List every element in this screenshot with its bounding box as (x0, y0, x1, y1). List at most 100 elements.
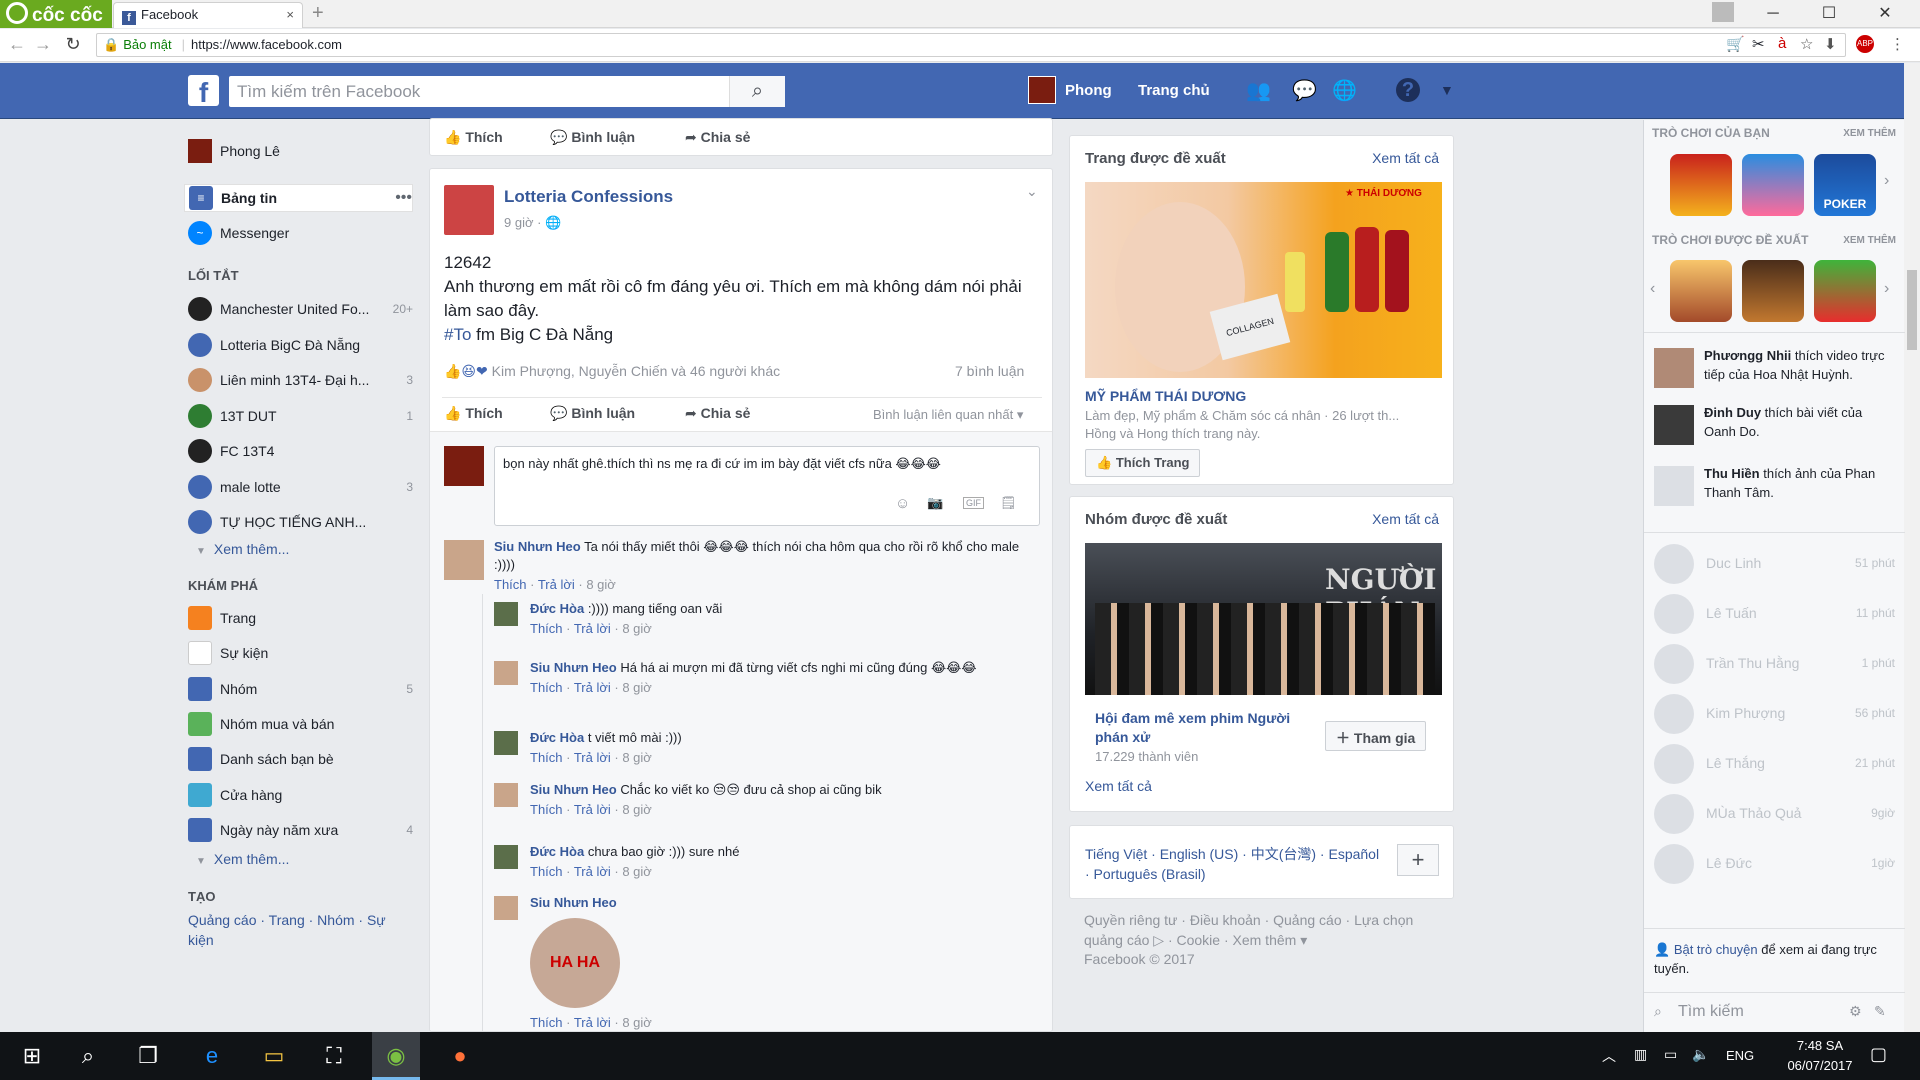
comment-like-link[interactable]: Thích (530, 864, 563, 879)
comment-time[interactable]: 8 giờ (622, 802, 652, 817)
help-icon[interactable]: ? (1396, 78, 1420, 102)
share-button[interactable]: ➦ Chia sẻ (685, 405, 750, 422)
commenter-avatar[interactable] (494, 783, 518, 807)
url-field[interactable]: 🔒 Bảo mật | https://www.facebook.com (96, 33, 1846, 57)
sidebar-item-shortcut[interactable]: Lotteria BigC Đà Nẵng (188, 331, 413, 359)
search-input[interactable]: Tìm kiếm trên Facebook ⌕ (229, 76, 785, 107)
post-time[interactable]: 9 giờ · 🌐 (504, 215, 561, 231)
comment-like-link[interactable]: Thích (530, 1015, 563, 1030)
clock[interactable]: 7:48 SA 06/07/2017 (1778, 1036, 1862, 1076)
sidebar-item-explore[interactable]: Trang (188, 604, 413, 632)
firefox-icon[interactable]: ● (436, 1032, 484, 1080)
comment-time[interactable]: 8 giờ (622, 1015, 652, 1030)
commenter-name[interactable]: Đức Hòa (530, 601, 584, 616)
chat-contact[interactable]: Kim Phượng 56 phút (1654, 694, 1915, 734)
commenter-avatar[interactable] (494, 602, 518, 626)
hashtag-link[interactable]: #To (444, 325, 471, 344)
game-tile-candy[interactable] (1742, 154, 1804, 216)
emoji-icon[interactable]: ☺ (895, 495, 910, 512)
comment-reply-link[interactable]: Trả lời (574, 802, 611, 817)
sidebar-item-shortcut[interactable]: male lotte 3 (188, 473, 413, 501)
page-avatar[interactable] (444, 185, 494, 235)
comment-time[interactable]: 8 giờ (622, 750, 652, 765)
post-options-chevron-icon[interactable]: ⌄ (1026, 183, 1038, 200)
commenter-name[interactable]: Siu Nhưn Heo (530, 895, 617, 910)
language-links[interactable]: Tiếng Việt · English (US) · 中文(台灣) · Esp… (1085, 844, 1385, 884)
comment-reply-link[interactable]: Trả lời (574, 680, 611, 695)
sidebar-item-explore[interactable]: Danh sách bạn bè (188, 745, 413, 773)
commenter-name[interactable]: Siu Nhưn Heo (530, 660, 617, 675)
minimize-button[interactable]: ─ (1750, 0, 1796, 28)
commenter-name[interactable]: Siu Nhưn Heo (494, 539, 581, 554)
chevron-right-icon[interactable]: › (1884, 280, 1889, 298)
comment-time[interactable]: 8 giờ (622, 864, 652, 879)
comment-time[interactable]: 8 giờ (586, 577, 616, 592)
compose-icon[interactable]: ✎ (1874, 1003, 1886, 1020)
like-button[interactable]: 👍 Thích (444, 129, 503, 146)
store-icon[interactable]: ⛶ (310, 1032, 358, 1080)
commenter-avatar[interactable] (494, 731, 518, 755)
comments-count-link[interactable]: 7 bình luận (955, 363, 1024, 379)
gif-icon[interactable]: GIF (963, 497, 984, 509)
comment-like-link[interactable]: Thích (530, 750, 563, 765)
commenter-avatar[interactable] (494, 896, 518, 920)
footer-links[interactable]: Quyền riêng tư · Điều khoản · Quảng cáo … (1084, 910, 1434, 950)
commenter-avatar[interactable] (444, 540, 484, 580)
chat-contact[interactable]: Lê Tuấn 11 phút (1654, 594, 1915, 634)
commenter-name[interactable]: Đức Hòa (530, 730, 584, 745)
file-explorer-icon[interactable]: ▭ (250, 1032, 298, 1080)
chevron-right-icon[interactable]: › (1884, 172, 1889, 190)
ticker-avatar[interactable] (1654, 348, 1694, 388)
sidebar-item-explore[interactable]: Sự kiện (188, 639, 413, 667)
game-tile-poker[interactable]: POKER (1814, 154, 1876, 216)
comment-button[interactable]: 💬 Bình luận (550, 129, 635, 146)
search-icon[interactable]: ⌕ (729, 76, 785, 107)
see-all-groups-link[interactable]: Xem tất cả (1085, 778, 1152, 794)
chat-search-input[interactable]: ⌕ Tìm kiếm ⚙ ✎ (1644, 992, 1905, 1032)
comment-like-link[interactable]: Thích (530, 802, 563, 817)
sidebar-item-explore[interactable]: Cửa hàng (188, 781, 413, 809)
ticker-item[interactable]: Thu Hiền thích ảnh của Phan Thanh Tâm. (1704, 464, 1894, 502)
ticker-item[interactable]: Đinh Duy thích bài viết của Oanh Do. (1704, 403, 1894, 441)
sidebar-item-explore[interactable]: Nhóm mua và bán (188, 710, 413, 738)
extension-icon[interactable]: ✂ (1752, 35, 1765, 53)
language-indicator[interactable]: ENG (1726, 1048, 1754, 1063)
ticker-item[interactable]: Phươngg Nhii thích video trực tiếp của H… (1704, 346, 1894, 384)
sidebar-item-explore[interactable]: Ngày này năm xưa 4 (188, 816, 413, 844)
ticker-avatar[interactable] (1654, 466, 1694, 506)
profile-link[interactable]: Phong (1065, 82, 1112, 99)
camera-icon[interactable]: 📷 (927, 495, 943, 511)
comment-composer-input[interactable]: bọn này nhất ghê.thích thì ns mẹ ra đi c… (494, 446, 1040, 526)
sidebar-item-shortcut[interactable]: TỰ HỌC TIẾNG ANH... (188, 508, 413, 536)
explore-see-more[interactable]: ▼ Xem thêm... (196, 851, 289, 867)
comment-sort-dropdown[interactable]: Bình luận liên quan nhất ▾ (873, 407, 1023, 423)
comment-like-link[interactable]: Thích (530, 621, 563, 636)
post-page-name[interactable]: Lotteria Confessions (504, 187, 673, 207)
group-cover-image[interactable]: NGƯỜI PHÁN XỬ (1085, 543, 1442, 695)
close-window-button[interactable]: ✕ (1862, 0, 1908, 28)
sidebar-item-shortcut[interactable]: FC 13T4 (188, 437, 413, 465)
cart-icon[interactable]: 🛒 (1726, 35, 1745, 53)
coccoc-taskbar-icon[interactable]: ◉ (372, 1032, 420, 1080)
see-all-link[interactable]: Xem tất cả (1372, 511, 1439, 527)
home-link[interactable]: Trang chủ (1138, 82, 1210, 99)
chevron-left-icon[interactable]: ‹ (1650, 280, 1655, 298)
task-view-icon[interactable]: ❐ (124, 1032, 172, 1080)
chat-contact[interactable]: MÙa Thảo Quả 9giờ (1654, 794, 1915, 834)
sidebar-item-explore[interactable]: Nhóm 5 (188, 675, 413, 703)
comment-like-link[interactable]: Thích (494, 577, 527, 592)
add-language-button[interactable]: + (1397, 844, 1439, 876)
scrollbar-thumb[interactable] (1907, 270, 1917, 350)
shortcuts-see-more[interactable]: ▼ Xem thêm... (196, 541, 289, 557)
friend-requests-icon[interactable]: 👥 (1246, 78, 1271, 103)
sidebar-item-shortcut[interactable]: Liên minh 13T4- Đại h... 3 (188, 366, 413, 394)
comment-reply-link[interactable]: Trả lời (574, 1015, 611, 1030)
chat-contact[interactable]: Duc Linh 51 phút (1654, 544, 1915, 584)
sidebar-item-shortcut[interactable]: 13T DUT 1 (188, 402, 413, 430)
game-tile-hearts[interactable] (1814, 260, 1876, 322)
join-group-button[interactable]: ＋ Tham gia (1325, 721, 1427, 751)
profile-link-left[interactable]: Phong Lê (188, 137, 413, 165)
new-tab-button[interactable]: + (312, 2, 324, 25)
comment-button[interactable]: 💬 Bình luận (550, 405, 635, 422)
coccoc-logo[interactable]: cốc cốc (0, 0, 112, 28)
